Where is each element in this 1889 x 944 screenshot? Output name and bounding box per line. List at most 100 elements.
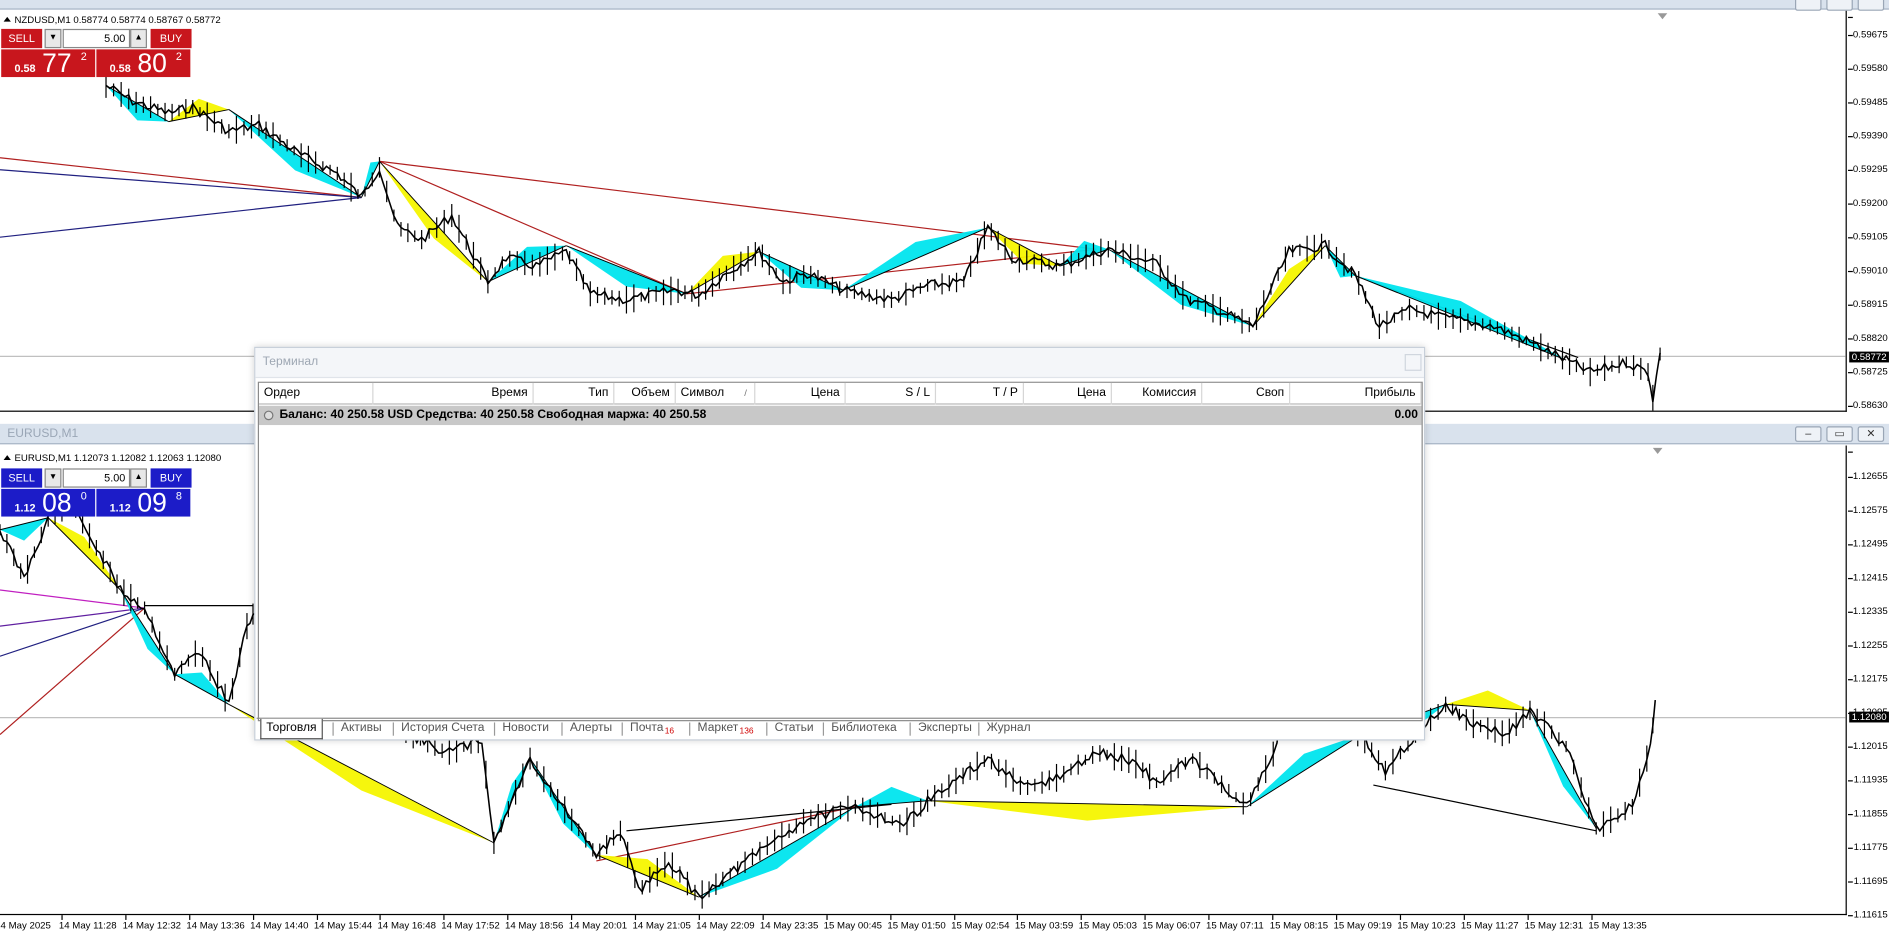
tab-2[interactable]: История Счета (396, 719, 489, 738)
time-label: 14 May 20:01 (568, 919, 628, 931)
price-tick (1848, 16, 1853, 19)
time-label: 14 May 16:48 (377, 919, 436, 931)
time-label: 15 May 11:27 (1460, 919, 1519, 931)
column-header[interactable]: T / P (936, 382, 1024, 405)
price-label: 0.59295 (1852, 163, 1888, 175)
price-tick (1848, 169, 1853, 171)
price-tick (1848, 304, 1853, 306)
lot-decrease-button[interactable]: ▼ (44, 468, 62, 488)
triangle-icon (3, 16, 11, 22)
column-header[interactable]: Тип (534, 382, 615, 405)
buy-button[interactable]: BUY (150, 28, 192, 49)
tab-10[interactable]: Журнал (982, 719, 1036, 738)
price-label: 0.58725 (1852, 366, 1888, 377)
tab-3[interactable]: Новости (498, 719, 554, 738)
close-button[interactable]: ✕ (1857, 426, 1885, 442)
tab-8[interactable]: Библиотека (826, 719, 901, 738)
buy-price-pips: 80 (137, 48, 167, 79)
tab-9[interactable]: Эксперты (913, 719, 977, 738)
window-title: EURUSD,M1 (7, 427, 79, 441)
time-tick (379, 915, 382, 920)
minimize-button[interactable]: – (1795, 426, 1822, 442)
chart-shift-marker-icon[interactable] (1652, 447, 1663, 454)
price-tick (1848, 510, 1853, 512)
lot-decrease-button[interactable]: ▼ (44, 28, 62, 49)
lot-input[interactable]: 5.00 (62, 28, 131, 49)
maximize-button[interactable]: ▭ (1826, 426, 1853, 442)
lot-increase-button[interactable]: ▲ (130, 28, 147, 49)
chart-shift-marker-icon[interactable] (1657, 13, 1668, 20)
maximize-button[interactable] (1826, 0, 1853, 11)
tab-4[interactable]: Алерты (565, 719, 617, 738)
time-tick (826, 915, 828, 920)
tab-7[interactable]: Статьи (770, 719, 819, 738)
time-label: 15 May 08:15 (1269, 919, 1329, 931)
tab-5[interactable]: Почта16 (625, 719, 679, 738)
price-label: 0.59390 (1852, 130, 1888, 141)
price-tick (1848, 847, 1853, 849)
column-header[interactable]: Ордер (259, 382, 374, 405)
time-tick (507, 915, 509, 920)
tab-separator (822, 722, 825, 736)
price-label: 1.12015 (1852, 740, 1888, 752)
column-header[interactable]: Цена (755, 382, 846, 405)
time-label: 14 May 14:40 (250, 919, 309, 931)
terminal-tabs: Торговля Активы История Счета Новости Алерты… (256, 717, 1423, 740)
price-label: 0.58915 (1852, 298, 1888, 310)
tab-label: Активы (340, 721, 382, 735)
zigzag-pattern (168, 98, 229, 122)
tab-0[interactable]: Торговля (260, 718, 323, 740)
price-label: 0.59200 (1852, 197, 1888, 209)
sell-button[interactable]: SELL (1, 468, 43, 488)
tab-separator (561, 722, 563, 736)
time-label: 15 May 07:11 (1206, 919, 1264, 931)
buy-price-box[interactable]: 1.12 09 8 (96, 488, 191, 518)
balance-row[interactable]: Баланс: 40 250.58 USD Средства: 40 250.5… (259, 405, 1422, 426)
price-label: 0.58820 (1852, 332, 1888, 344)
lot-input[interactable]: 5.00 (62, 468, 131, 488)
tab-1[interactable]: Активы (336, 719, 386, 738)
time-label: 14 May 17:52 (441, 919, 500, 931)
time-label: 15 May 10:23 (1397, 919, 1456, 931)
buy-button[interactable]: BUY (150, 468, 192, 488)
sell-price-pips: 08 (42, 487, 72, 518)
column-header[interactable]: Своп (1202, 382, 1291, 405)
buy-price-box[interactable]: 0.58 80 2 (96, 48, 191, 79)
time-tick (889, 915, 891, 920)
top-window-titlebar (0, 0, 1889, 11)
column-header[interactable]: Прибыль (1290, 382, 1422, 405)
lot-increase-button[interactable]: ▲ (130, 468, 147, 488)
price-tick (1848, 813, 1853, 816)
column-header[interactable]: Символ / (676, 382, 756, 405)
tab-label: Торговля (266, 721, 317, 735)
tab-separator (766, 722, 768, 736)
column-header[interactable]: Цена (1024, 382, 1112, 405)
time-label: 15 May 02:54 (951, 919, 1010, 931)
time-tick (571, 915, 573, 920)
balance-icon (263, 410, 274, 421)
close-icon[interactable] (1404, 354, 1422, 371)
time-label: 15 May 12:31 (1524, 919, 1584, 931)
time-tick (252, 915, 254, 920)
price-label: 1.12335 (1852, 605, 1888, 617)
sell-price-box[interactable]: 0.58 77 2 (1, 48, 96, 79)
time-label: 14 May 15:44 (313, 919, 373, 931)
minimize-button[interactable] (1795, 0, 1822, 11)
time-tick (1017, 915, 1019, 920)
price-label: 1.11615 (1853, 909, 1888, 920)
time-tick (634, 915, 637, 920)
sell-button[interactable]: SELL (1, 28, 43, 49)
column-header[interactable]: S / L (846, 382, 937, 405)
column-header[interactable]: Комиссия (1112, 382, 1203, 405)
price-label: 1.12175 (1852, 673, 1888, 684)
close-button[interactable] (1857, 0, 1885, 11)
column-header[interactable]: Объем (614, 382, 676, 405)
balance-text: Баланс: 40 250.58 USD Средства: 40 250.5… (279, 408, 707, 422)
column-header[interactable]: Время (373, 382, 534, 405)
tab-6[interactable]: Маркет136 (693, 719, 759, 738)
time-tick (1527, 915, 1529, 920)
price-tick (1848, 451, 1853, 453)
sell-price-box[interactable]: 1.12 08 0 (1, 487, 96, 518)
sell-price-pips: 77 (42, 48, 72, 79)
price-tick (1848, 881, 1853, 883)
